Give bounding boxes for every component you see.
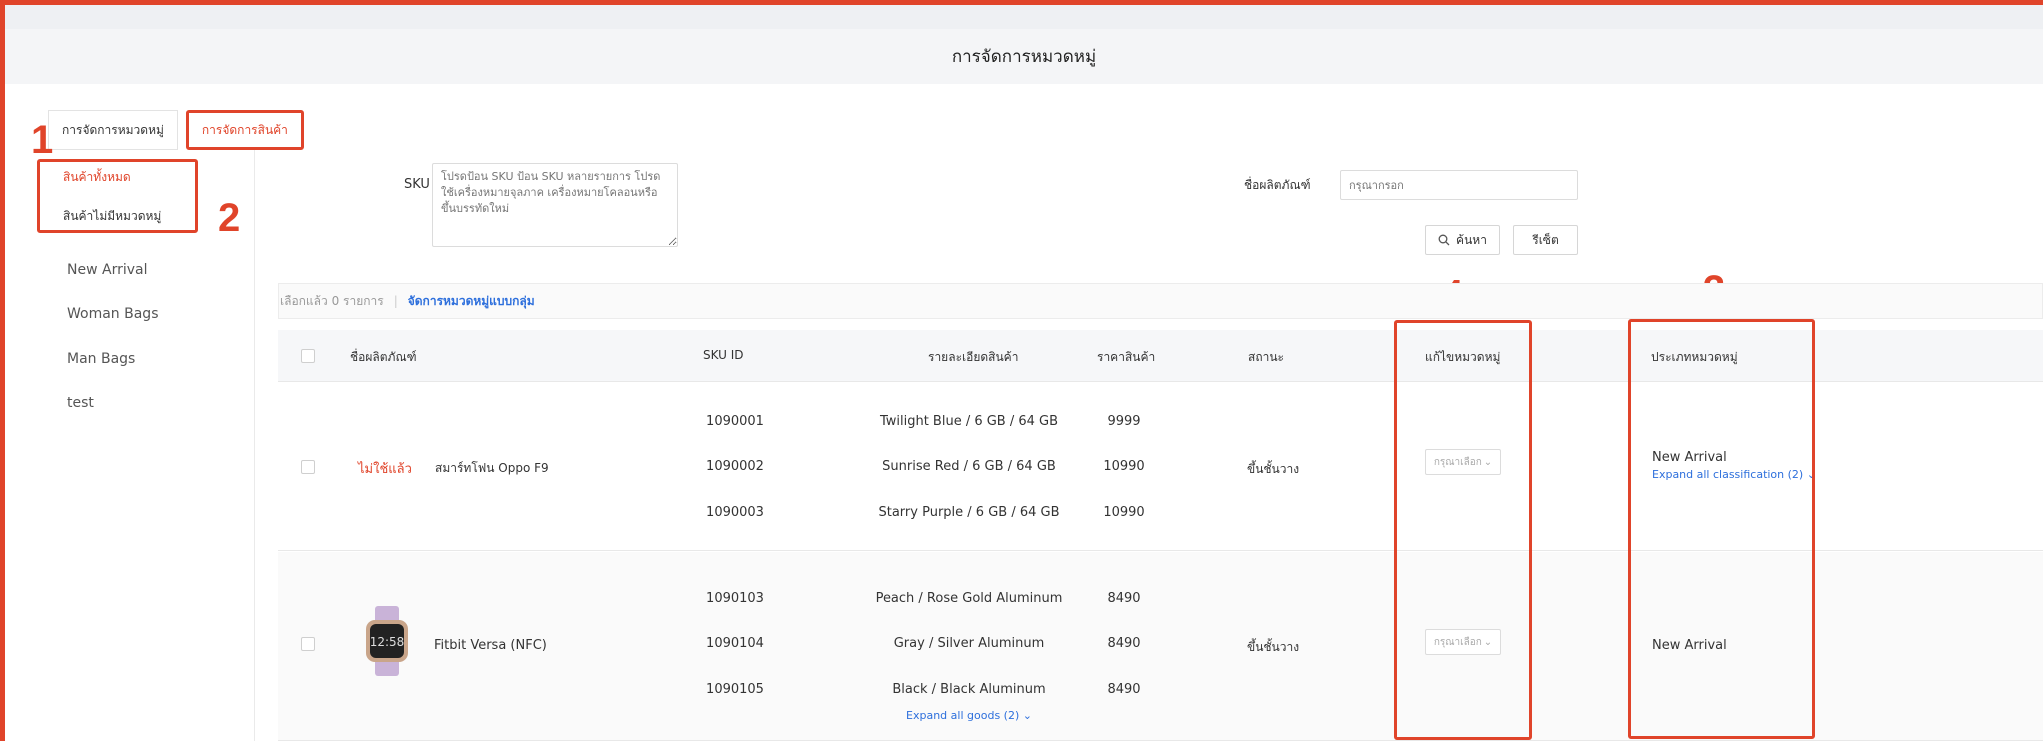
- search-icon: [1438, 234, 1450, 246]
- sku-id: 1090103: [706, 591, 764, 606]
- sidebar-item-woman-bags[interactable]: Woman Bags: [67, 306, 159, 322]
- chevron-down-icon: ⌄: [1022, 709, 1032, 722]
- product-name-input[interactable]: [1340, 170, 1578, 200]
- price: 10990: [1103, 505, 1145, 520]
- annotation-number-1: 1: [31, 118, 54, 162]
- header-product-detail: รายละเอียดสินค้า: [928, 350, 1019, 364]
- reset-button[interactable]: รีเซ็ต: [1513, 225, 1578, 255]
- selected-count: เลือกแล้ว 0 รายการ: [280, 293, 384, 308]
- expand-goods-link[interactable]: Expand all goods (2) ⌄: [906, 709, 1032, 722]
- reset-button-label: รีเซ็ต: [1532, 232, 1559, 247]
- sku-id: 1090105: [706, 682, 764, 697]
- price: 10990: [1103, 459, 1145, 474]
- header-price: ราคาสินค้า: [1097, 350, 1156, 364]
- search-button-label: ค้นหา: [1456, 232, 1487, 247]
- sku-id: 1090002: [706, 459, 764, 474]
- search-button[interactable]: ค้นหา: [1425, 225, 1500, 255]
- price: 8490: [1107, 591, 1141, 606]
- sidebar-item-new-arrival[interactable]: New Arrival: [67, 262, 147, 278]
- tab-bar: การจัดการหมวดหมู่ การจัดการสินค้า: [48, 110, 304, 150]
- tab-category-management[interactable]: การจัดการหมวดหมู่: [48, 110, 178, 150]
- product-detail: Sunrise Red / 6 GB / 64 GB: [882, 459, 1056, 474]
- product-detail: Twilight Blue / 6 GB / 64 GB: [879, 414, 1059, 429]
- tab-label: การจัดการหมวดหมู่: [62, 122, 164, 137]
- sku-label: SKU: [404, 177, 430, 192]
- product-name: สมาร์ทโฟน Oppo F9: [435, 461, 549, 475]
- status-badge: ไม่ใช้แล้ว: [358, 462, 412, 477]
- header-status: สถานะ: [1248, 350, 1284, 364]
- tab-product-management[interactable]: การจัดการสินค้า: [185, 110, 304, 150]
- smartwatch-image: 12:58: [366, 606, 408, 676]
- divider: |: [393, 294, 398, 308]
- product-detail: Black / Black Aluminum: [892, 682, 1046, 697]
- annotation-box-edit-column: [1394, 320, 1532, 740]
- expand-goods-label: Expand all goods (2): [906, 709, 1020, 722]
- sidebar-item-test[interactable]: test: [67, 395, 94, 411]
- sidebar-item-man-bags[interactable]: Man Bags: [67, 351, 135, 367]
- bulk-category-link[interactable]: จัดการหมวดหมู่แบบกลุ่ม: [408, 292, 535, 311]
- selection-bar: เลือกแล้ว 0 รายการ | จัดการหมวดหมู่แบบกล…: [278, 283, 2043, 319]
- page-header: การจัดการหมวดหมู่: [5, 29, 2043, 84]
- product-detail: Peach / Rose Gold Aluminum: [875, 591, 1063, 606]
- sku-id: 1090104: [706, 636, 764, 651]
- listing-status: ขึ้นชั้นวาง: [1247, 640, 1300, 654]
- page-title: การจัดการหมวดหมู่: [951, 47, 1097, 67]
- annotation-box-sidebar: [37, 159, 198, 233]
- product-name: Fitbit Versa (NFC): [434, 638, 547, 653]
- svg-text:12:58: 12:58: [370, 635, 405, 649]
- price: 9999: [1107, 414, 1141, 429]
- tab-label: การจัดการสินค้า: [201, 122, 288, 137]
- row-checkbox[interactable]: [301, 460, 315, 474]
- header-product-name: ชื่อผลิตภัณฑ์: [350, 350, 417, 364]
- row-checkbox[interactable]: [301, 637, 315, 651]
- product-name-label: ชื่อผลิตภัณฑ์: [1244, 178, 1311, 192]
- select-all-checkbox[interactable]: [301, 349, 315, 363]
- listing-status: ขึ้นชั้นวาง: [1247, 462, 1300, 476]
- top-strip: [5, 5, 2043, 29]
- annotation-box-category-column: [1628, 319, 1815, 739]
- price: 8490: [1107, 636, 1141, 651]
- sku-textarea[interactable]: [432, 163, 678, 247]
- product-detail: Starry Purple / 6 GB / 64 GB: [878, 505, 1060, 520]
- product-detail: Gray / Silver Aluminum: [893, 636, 1045, 651]
- annotation-number-2: 2: [218, 196, 241, 240]
- sku-id: 1090001: [706, 414, 764, 429]
- price: 8490: [1107, 682, 1141, 697]
- header-sku-id: SKU ID: [703, 348, 744, 362]
- sku-id: 1090003: [706, 505, 764, 520]
